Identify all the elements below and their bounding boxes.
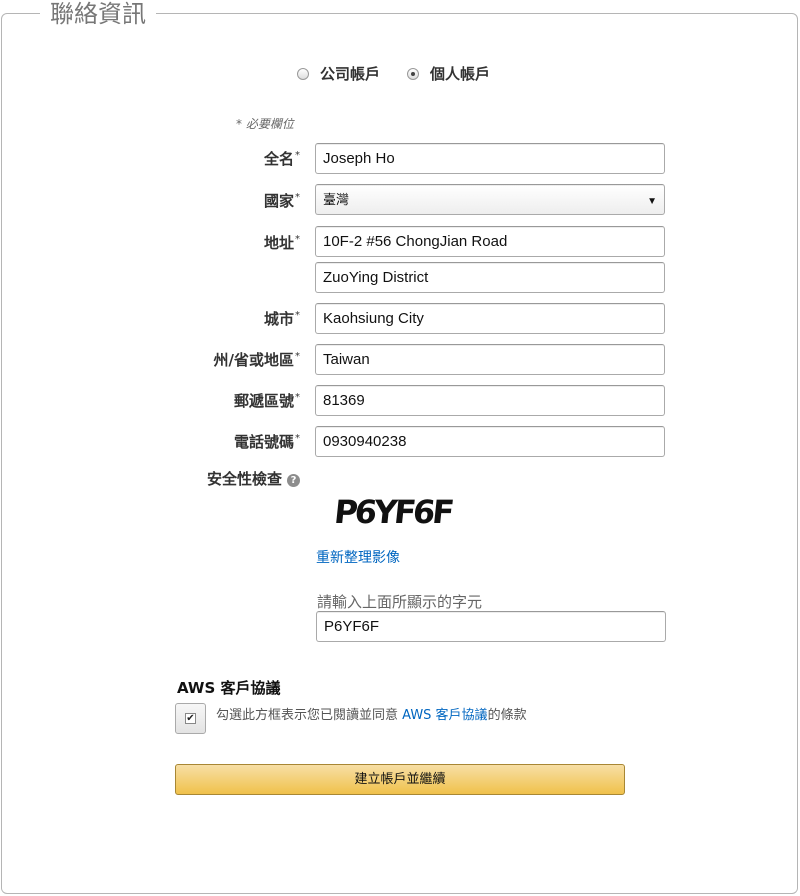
radio-personal-label[interactable]: 個人帳戶 <box>430 63 490 84</box>
captcha-hint: 請輸入上面所顯示的字元 <box>317 593 483 611</box>
state-label: 州/省或地區* <box>213 351 300 369</box>
refresh-image-link[interactable]: 重新整理影像 <box>316 547 400 567</box>
address-label: 地址* <box>263 234 300 252</box>
help-icon[interactable]: ? <box>287 474 300 487</box>
full-name-label: 全名* <box>263 150 300 168</box>
security-check-label: 安全性檢查? <box>207 468 300 489</box>
address-line2-input[interactable]: ZuoYing District <box>315 262 665 293</box>
account-type-group: 公司帳戶 個人帳戶 <box>297 63 517 84</box>
phone-input[interactable]: 0930940238 <box>315 426 665 457</box>
required-fields-note: * 必要欄位 <box>236 117 294 131</box>
customer-agreement-link[interactable]: AWS 客戶協議 <box>402 708 487 723</box>
city-input[interactable]: Kaohsiung City <box>315 303 665 334</box>
postal-code-label: 郵遞區號* <box>233 392 300 410</box>
country-selected-value: 臺灣 <box>323 192 350 207</box>
radio-company-label[interactable]: 公司帳戶 <box>320 63 380 84</box>
captcha-image: P6YF6F <box>335 493 454 531</box>
country-select[interactable]: 臺灣 ▼ <box>315 184 665 215</box>
section-title: 聯絡資訊 <box>40 0 156 28</box>
agreement-checkbox[interactable]: ✔ <box>175 703 206 734</box>
city-label: 城市* <box>263 310 300 328</box>
phone-label: 電話號碼* <box>233 433 300 451</box>
full-name-input[interactable]: Joseph Ho <box>315 143 665 174</box>
state-input[interactable]: Taiwan <box>315 344 665 375</box>
radio-company-account[interactable] <box>297 67 309 80</box>
captcha-input[interactable]: P6YF6F <box>316 611 666 642</box>
agreement-title: AWS 客戶協議 <box>177 679 281 697</box>
checkmark-icon: ✔ <box>185 713 196 724</box>
radio-personal-account[interactable] <box>407 67 420 80</box>
dropdown-arrow-icon: ▼ <box>647 196 657 207</box>
postal-code-input[interactable]: 81369 <box>315 385 665 416</box>
address-line1-input[interactable]: 10F-2 #56 ChongJian Road <box>315 226 665 257</box>
agreement-text: 勾選此方框表示您已閱讀並同意 AWS 客戶協議的條款 <box>216 708 527 723</box>
captcha-text: P6YF6F <box>335 493 454 531</box>
create-account-button[interactable]: 建立帳戶並繼續 <box>175 764 625 795</box>
country-label: 國家* <box>263 192 300 210</box>
